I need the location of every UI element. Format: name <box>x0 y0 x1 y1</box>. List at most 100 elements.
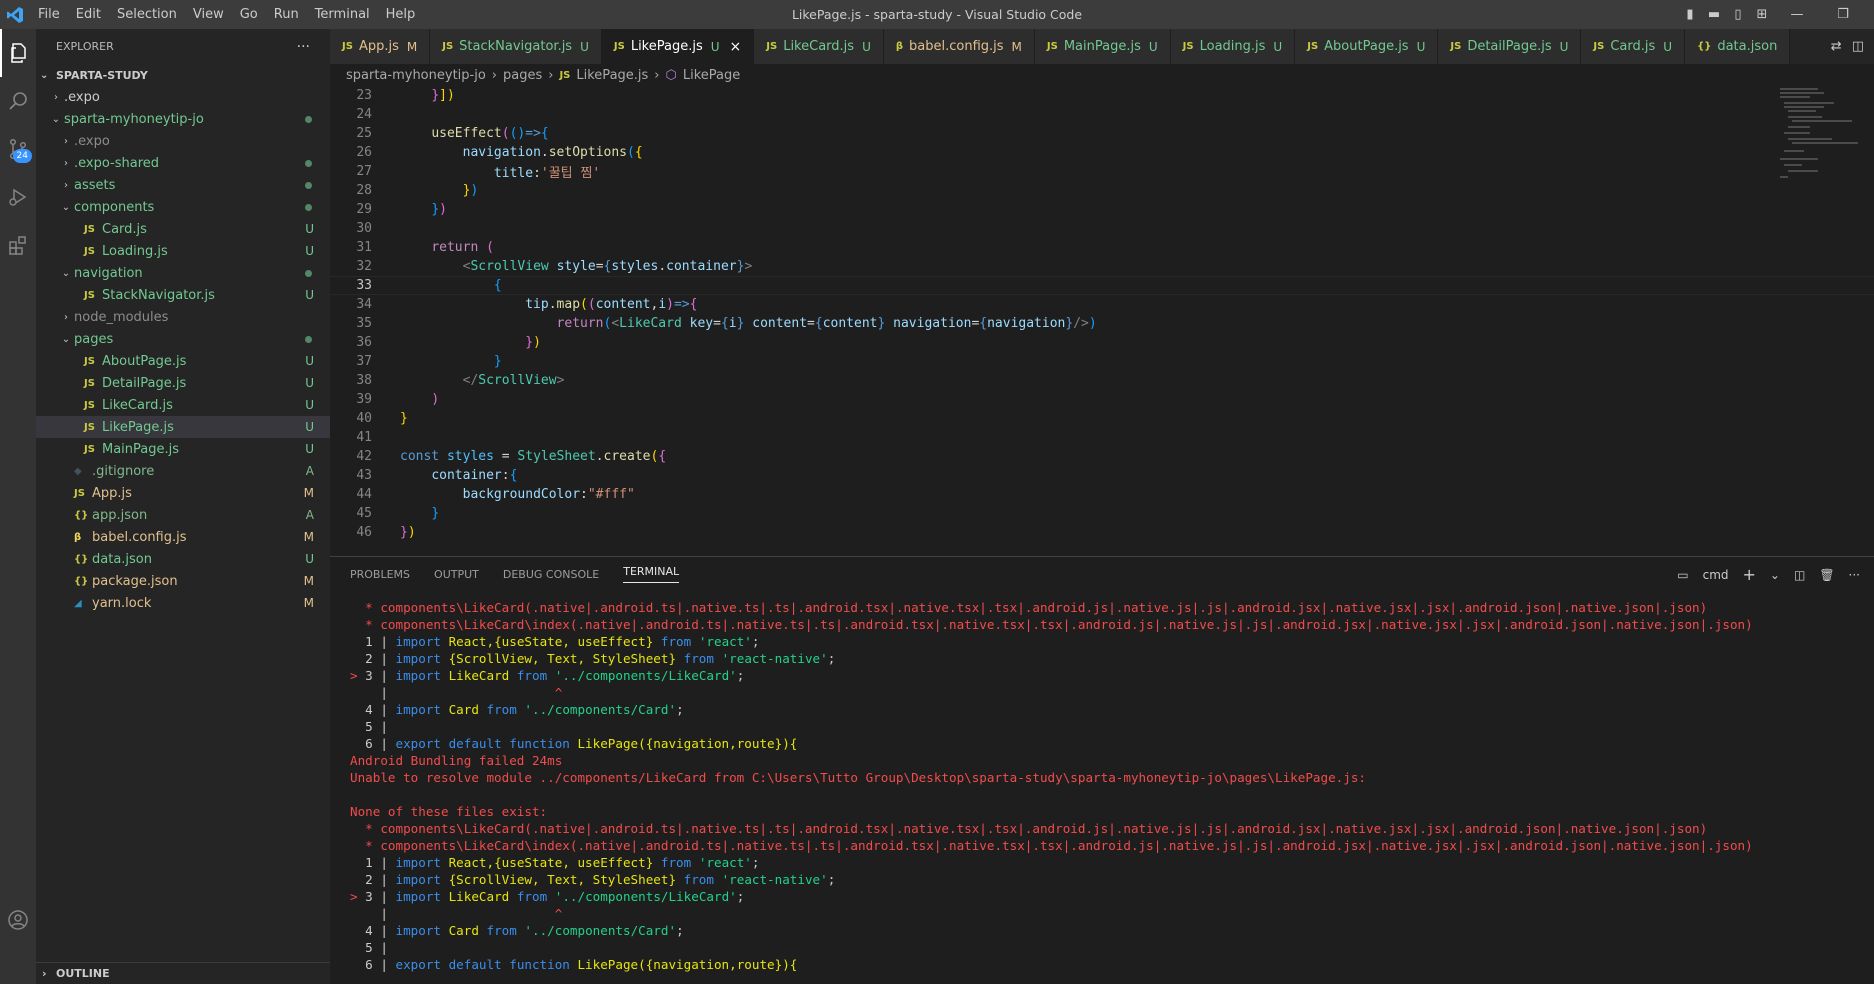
editor-tab[interactable]: JS Card.js U <box>1581 29 1686 64</box>
close-icon[interactable]: × <box>730 39 742 55</box>
tree-item[interactable]: ⌄ sparta-myhoneytip-jo <box>36 108 330 130</box>
tree-item[interactable]: JS Loading.js U <box>36 240 330 262</box>
symbol-function-icon: ⬡ <box>665 67 677 83</box>
editor-tab[interactable]: JS MainPage.js U <box>1034 29 1171 64</box>
tree-item[interactable]: › assets <box>36 174 330 196</box>
toggle-panel-icon[interactable]: ▬ <box>1704 5 1724 25</box>
toggle-secondary-sidebar-icon[interactable]: ▯ <box>1728 5 1748 25</box>
breadcrumb-item[interactable]: sparta-myhoneytip-jo <box>346 68 486 83</box>
terminal-shell-label[interactable]: cmd <box>1703 568 1729 582</box>
menu-item-view[interactable]: View <box>185 0 232 29</box>
editor-tab[interactable]: JS LikePage.js U × <box>601 29 755 64</box>
restore-icon[interactable]: ❐ <box>1822 0 1864 29</box>
extensions-icon[interactable] <box>0 221 36 269</box>
js-file-icon: JS <box>1046 41 1058 52</box>
tree-item[interactable]: β babel.config.js M <box>36 526 330 548</box>
code-token: key <box>689 316 714 331</box>
outline-section[interactable]: › OUTLINE <box>36 962 330 984</box>
more-actions-icon[interactable]: ··· <box>297 39 310 55</box>
tree-item[interactable]: {} package.json M <box>36 570 330 592</box>
panel-tab-problems[interactable]: PROBLEMS <box>350 568 410 581</box>
tree-item[interactable]: {} app.json A <box>36 504 330 526</box>
tree-item[interactable]: JS App.js M <box>36 482 330 504</box>
minimap[interactable] <box>1780 86 1860 206</box>
terminal-output[interactable]: * components\LikeCard(.native|.android.t… <box>330 591 1874 973</box>
tree-item[interactable]: JS AboutPage.js U <box>36 350 330 372</box>
editor-tab[interactable]: JS StackNavigator.js U <box>430 29 602 64</box>
code-text: }) <box>372 202 447 217</box>
tree-item[interactable]: › .expo <box>36 130 330 152</box>
editor-tab[interactable]: β babel.config.js M <box>883 29 1035 64</box>
tree-item[interactable]: JS StackNavigator.js U <box>36 284 330 306</box>
menu-item-edit[interactable]: Edit <box>68 0 109 29</box>
chevron-right-icon: › <box>64 157 68 169</box>
tree-item[interactable]: JS LikeCard.js U <box>36 394 330 416</box>
terminal-line: 5 | <box>350 718 1874 735</box>
tree-item[interactable]: JS MainPage.js U <box>36 438 330 460</box>
js-file-icon: JS <box>74 487 85 499</box>
menu-item-selection[interactable]: Selection <box>109 0 185 29</box>
tree-item[interactable]: ◆ .gitignore A <box>36 460 330 482</box>
breadcrumb-item[interactable]: LikePage.js <box>576 68 648 83</box>
editor-tab[interactable]: JS Loading.js U <box>1170 29 1296 64</box>
code-token: style <box>556 259 596 274</box>
panel-tab-terminal[interactable]: TERMINAL <box>623 565 680 583</box>
tree-item[interactable]: JS LikePage.js U <box>36 416 330 438</box>
editor-tab[interactable]: JS LikeCard.js U <box>754 29 884 64</box>
tree-item[interactable]: ◢ yarn.lock M <box>36 592 330 614</box>
code-text: } <box>372 354 502 369</box>
breadcrumb-item[interactable]: pages <box>503 68 542 83</box>
breadcrumb-item[interactable]: LikePage <box>683 68 740 83</box>
customize-layout-icon[interactable]: ⊞ <box>1752 5 1772 25</box>
tree-item[interactable]: ⌄ components <box>36 196 330 218</box>
line-number: 43 <box>356 468 372 483</box>
new-terminal-icon[interactable]: + <box>1743 565 1756 584</box>
toggle-primary-sidebar-icon[interactable]: ▮ <box>1680 5 1700 25</box>
search-icon[interactable] <box>0 77 36 125</box>
tree-item[interactable]: › .expo-shared <box>36 152 330 174</box>
menu-item-go[interactable]: Go <box>232 0 266 29</box>
code-text: useEffect(()=>{ <box>372 126 548 141</box>
run-debug-icon[interactable] <box>0 173 36 221</box>
explorer-icon[interactable] <box>0 29 36 77</box>
code-token: setOptions <box>548 145 628 160</box>
minimize-icon[interactable]: — <box>1776 0 1818 29</box>
split-editor-icon[interactable]: ◫ <box>1852 39 1864 54</box>
menu-item-run[interactable]: Run <box>266 0 307 29</box>
code-token: ( <box>486 240 494 255</box>
source-control-icon[interactable]: 24 <box>0 125 36 173</box>
chevron-down-icon[interactable]: ⌄ <box>1770 568 1780 582</box>
tree-item[interactable]: ⌄ navigation <box>36 262 330 284</box>
terminal-shell-icon[interactable]: ▭ <box>1677 568 1688 582</box>
terminal-line: None of these files exist: <box>350 803 1874 820</box>
code-token: container <box>666 259 737 274</box>
trash-icon[interactable]: 🗑 <box>1819 568 1834 582</box>
accounts-icon[interactable] <box>0 896 36 944</box>
terminal-line: 6 | export default function LikePage({na… <box>350 735 1874 752</box>
code-editor[interactable]: 23 }]) 24 25 useEffect(()=>{26 navigation.… <box>330 86 1874 556</box>
tree-item[interactable]: JS DetailPage.js U <box>36 372 330 394</box>
compare-icon[interactable]: ⇄ <box>1831 39 1842 54</box>
split-terminal-icon[interactable]: ◫ <box>1794 568 1805 582</box>
editor-tab[interactable]: {} data.json <box>1685 29 1791 64</box>
menu-item-help[interactable]: Help <box>378 0 424 29</box>
tree-item[interactable]: JS Card.js U <box>36 218 330 240</box>
menu-item-file[interactable]: File <box>30 0 68 29</box>
terminal-token: 5 | <box>350 719 396 734</box>
workspace-section[interactable]: ⌄ SPARTA-STUDY <box>36 64 330 86</box>
more-actions-icon[interactable]: ··· <box>1849 568 1860 582</box>
editor-tab[interactable]: JS App.js M <box>330 29 431 64</box>
tree-item[interactable]: › .expo <box>36 86 330 108</box>
editor-tab[interactable]: JS DetailPage.js U <box>1438 29 1582 64</box>
terminal-line: | ^ <box>350 905 1874 922</box>
editor-tab[interactable]: JS AboutPage.js U <box>1295 29 1439 64</box>
tree-item[interactable]: {} data.json U <box>36 548 330 570</box>
panel-tab-output[interactable]: OUTPUT <box>434 568 479 581</box>
tree-item[interactable]: ⌄ pages <box>36 328 330 350</box>
code-token: = <box>713 316 721 331</box>
menu-item-terminal[interactable]: Terminal <box>307 0 378 29</box>
code-line: 23 }]) <box>330 86 1874 105</box>
tree-item[interactable]: › node_modules <box>36 306 330 328</box>
panel-tab-debug-console[interactable]: DEBUG CONSOLE <box>503 568 599 581</box>
